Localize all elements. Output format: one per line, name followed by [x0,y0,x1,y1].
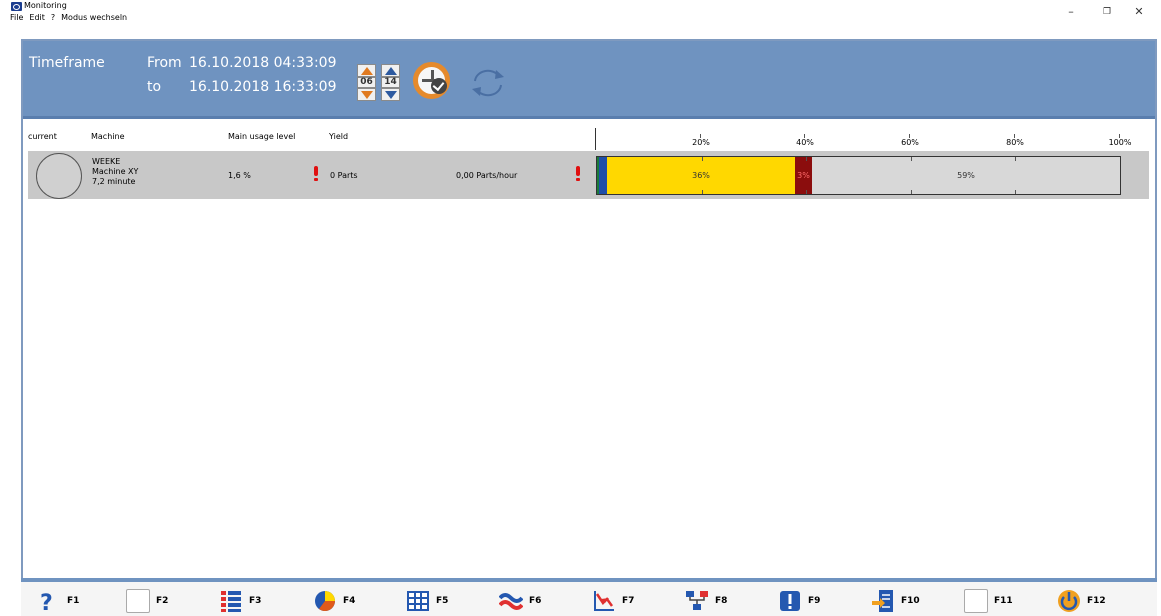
f12-label: F12 [1087,596,1106,606]
help-icon: ? [40,591,53,613]
timeframe-label: Timeframe [29,55,105,71]
from-label: From [147,55,182,71]
usage-bar[interactable]: 36% 3% 59% [596,156,1121,195]
grid-tick [702,190,703,194]
menu-bar: File Edit ? Modus wechseln [10,12,127,24]
function-key-bar: ? F1 F2 F3 F4 F5 F6 F7 F8 F9 F10 F11 F12 [21,578,1157,616]
close-button[interactable]: ✕ [1129,6,1149,18]
grid-tick [911,190,912,194]
usage-segment: 59% [812,157,1120,194]
table-header: current Machine Main usage level Yield 2… [23,128,1155,148]
yield-rate: 0,00 Parts/hour [456,171,518,180]
info-icon [780,591,800,611]
to-label: to [147,79,162,95]
to-value[interactable]: 16.10.2018 16:33:09 [189,79,337,95]
restore-button[interactable]: ❐ [1097,6,1117,18]
machine-duration: 7,2 minute [92,177,136,186]
table-icon [407,591,429,611]
grid-tick [1015,157,1016,161]
days-spinner: 14 [381,64,400,101]
days-up-button[interactable] [381,64,400,77]
axis-tick-label: 20% [681,134,721,147]
f1-label: F1 [67,596,80,606]
grid-tick [1015,190,1016,194]
refresh-icon[interactable] [469,67,507,99]
app-icon [11,2,22,11]
menu-file[interactable]: File [10,12,23,24]
usage-segment [599,157,607,194]
window-title: Monitoring [24,1,67,10]
f3-label: F3 [249,596,262,606]
grid-tick [702,157,703,161]
power-icon [1058,590,1080,612]
menu-edit[interactable]: Edit [29,12,45,24]
f9-label: F9 [808,596,821,606]
apply-timeframe-button[interactable] [413,62,450,99]
arrow-up-icon [385,67,397,75]
f4-label: F4 [343,596,356,606]
pie-chart-icon [315,591,335,611]
usage-segment: 3% [795,157,812,194]
hours-up-button[interactable] [357,64,376,77]
from-value[interactable]: 16.10.2018 04:33:09 [189,55,337,71]
hours-down-button[interactable] [357,88,376,101]
usage-segment: 36% [607,157,795,194]
axis-tick-label: 60% [890,134,930,147]
grid-tick [806,157,807,161]
f5-label: F5 [436,596,449,606]
usage-value: 1,6 % [228,171,251,180]
grid-tick [911,157,912,161]
minimize-button[interactable]: – [1061,6,1081,18]
f2-label: F2 [156,596,169,606]
checkmark-icon [431,78,447,94]
grid-tick [806,190,807,194]
status-indicator [36,153,82,199]
axis-tick-label: 80% [995,134,1035,147]
hours-step-value: 06 [357,77,376,88]
warning-icon [314,166,318,181]
machine-maker: WEEKE [92,157,121,166]
menu-switch-mode[interactable]: Modus wechseln [61,12,127,24]
days-down-button[interactable] [381,88,400,101]
wave-chart-icon [499,593,523,610]
blank-icon [964,589,988,613]
import-icon [872,590,893,612]
arrow-up-icon [361,67,373,75]
f6-label: F6 [529,596,542,606]
column-yield: Yield [329,132,349,141]
hours-spinner: 06 [357,64,376,101]
trend-down-icon [594,591,614,611]
f7-label: F7 [622,596,635,606]
yield-parts: 0 Parts [330,171,358,180]
f11-label: F11 [994,596,1013,606]
svg-text:?: ? [40,591,53,613]
arrow-down-icon [361,91,373,99]
arrow-down-icon [385,91,397,99]
column-current: current [28,132,57,141]
title-bar: Monitoring – ❐ ✕ [0,0,1161,18]
days-step-value: 14 [381,77,400,88]
axis-line [595,128,596,150]
list-icon [221,591,241,612]
column-machine: Machine [91,132,125,141]
f8-label: F8 [715,596,728,606]
content-frame [21,39,1157,584]
machine-name: Machine XY [92,167,139,176]
blank-icon [126,589,150,613]
axis-tick-label: 100% [1100,134,1140,147]
warning-icon [576,166,580,181]
f10-label: F10 [901,596,920,606]
hierarchy-icon [686,591,708,610]
menu-help[interactable]: ? [51,12,55,24]
axis-tick-label: 40% [785,134,825,147]
column-usage: Main usage level [228,132,296,141]
timeframe-header: Timeframe From 16.10.2018 04:33:09 to 16… [23,41,1155,119]
